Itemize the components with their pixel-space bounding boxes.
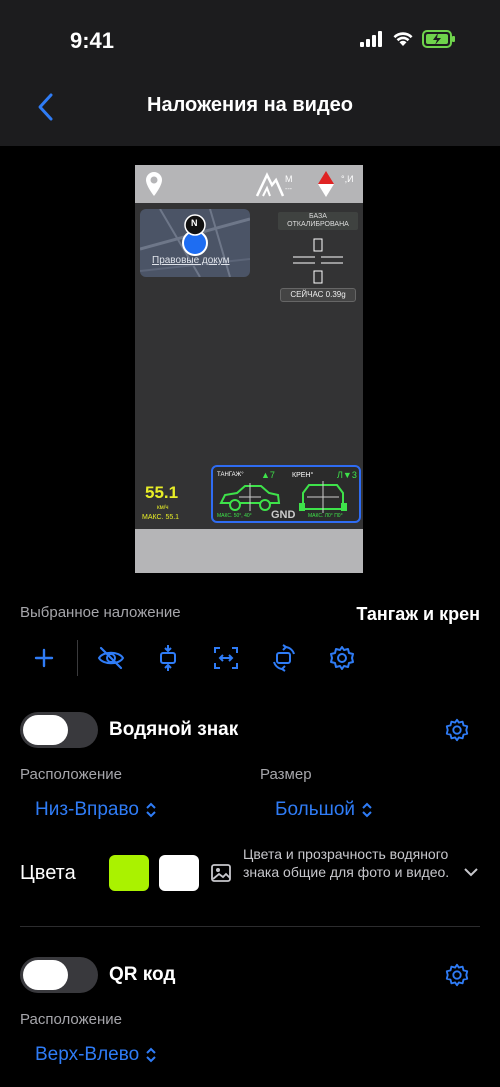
- gnd-label: GND: [271, 509, 296, 521]
- watermark-position-label: Расположение: [20, 766, 122, 783]
- section-divider: [20, 926, 480, 927]
- chevron-up-down-icon: [146, 802, 156, 818]
- align-vertical-center-icon: [160, 645, 176, 671]
- pitch-value: ▲7: [261, 470, 275, 480]
- status-icons: [360, 30, 456, 48]
- align-center-button[interactable]: [154, 644, 182, 672]
- heading-unit: °,И: [341, 174, 354, 184]
- speed-value: 55.1: [145, 483, 179, 502]
- altitude-unit: М: [285, 174, 293, 184]
- mountain-icon: [255, 172, 285, 197]
- toolbar-divider: [77, 640, 78, 676]
- watermark-title: Водяной знак: [109, 719, 239, 740]
- status-time: 9:41: [70, 28, 115, 53]
- chevron-down-icon[interactable]: [463, 866, 479, 878]
- location-pin-icon: [146, 172, 162, 196]
- qr-gear-icon[interactable]: [444, 962, 470, 988]
- colors-label: Цвета: [20, 862, 76, 884]
- watermark-gear-icon[interactable]: [444, 717, 470, 743]
- eye-slash-icon: [97, 646, 125, 670]
- car-rear-icon: [299, 481, 347, 513]
- calibration-line-1: БАЗА: [309, 213, 327, 220]
- car-side-icon: [219, 483, 281, 511]
- qr-position-picker[interactable]: Верх-Влево: [35, 1044, 157, 1066]
- navigation-bar: Наложения на видео: [0, 80, 500, 146]
- rotate-icon: [273, 644, 295, 672]
- gear-icon: [330, 646, 354, 670]
- roll-value: Л▼3: [337, 470, 357, 480]
- preview-map: N Правовые докум: [140, 209, 250, 277]
- battery-icon: [422, 30, 455, 48]
- pitch-max: МАКС. 50°, 40°: [217, 513, 252, 519]
- hide-overlay-button[interactable]: [97, 644, 125, 672]
- plus-icon: [34, 648, 54, 668]
- watermark-size-label: Размер: [260, 766, 312, 783]
- overlay-toolbar: [20, 640, 480, 678]
- signal-icon: [360, 31, 382, 47]
- watermark-size-picker[interactable]: Большой: [275, 799, 373, 821]
- calibration-badge: БАЗА ОТКАЛИБРОВАНА: [278, 212, 358, 230]
- pitch-roll-widget: ТАНГАЖ° ▲7 КРЕН° Л▼3 МАКС. 50°, 40° GND …: [211, 465, 361, 523]
- qr-title: QR код: [109, 964, 176, 985]
- calibration-line-2: ОТКАЛИБРОВАНА: [287, 221, 349, 228]
- toggle-knob: [23, 960, 68, 990]
- resize-arrows-icon: [214, 647, 238, 669]
- watermark-size-value: Большой: [275, 799, 356, 820]
- roll-label: КРЕН°: [292, 472, 314, 479]
- watermark-position-value: Низ-Вправо: [35, 799, 139, 820]
- speed-unit: км/ч: [157, 505, 169, 511]
- add-overlay-button[interactable]: [30, 644, 58, 672]
- color-swatch-secondary[interactable]: [159, 855, 199, 891]
- compass-arrow-icon: [318, 171, 334, 197]
- qr-position-label: Расположение: [20, 1011, 122, 1028]
- chevron-up-down-icon: [362, 802, 372, 818]
- selected-overlay-label: Выбранное наложение: [20, 604, 181, 621]
- toggle-knob: [23, 715, 68, 745]
- page-title: Наложения на видео: [147, 94, 353, 116]
- altitude-value: ---: [285, 186, 292, 193]
- wifi-icon: [393, 32, 413, 46]
- map-label: Правовые докум: [152, 255, 230, 266]
- roll-max: МАКС. Л0° П0°: [308, 513, 343, 519]
- compass-letter: N: [191, 218, 198, 228]
- preview-top-strip: М --- °,И: [135, 165, 363, 203]
- preview-bottom-strip: [135, 529, 363, 573]
- status-bar: 9:41: [0, 0, 500, 80]
- rotate-button[interactable]: [270, 644, 298, 672]
- g-force-now: СЕЙЧАС 0.39g: [280, 288, 356, 302]
- image-icon[interactable]: [211, 864, 231, 882]
- watermark-toggle[interactable]: [20, 712, 98, 748]
- color-swatch-primary[interactable]: [109, 855, 149, 891]
- overlay-settings-button[interactable]: [328, 644, 356, 672]
- chevron-up-down-icon: [146, 1047, 156, 1063]
- colors-note: Цвета и прозрачность водяного знака общи…: [243, 846, 450, 880]
- g-meter-crosshair: [293, 238, 343, 284]
- speed-max: МАКС. 55.1: [142, 514, 180, 521]
- watermark-position-picker[interactable]: Низ-Вправо: [35, 799, 157, 821]
- selected-overlay-value: Тангаж и крен: [356, 604, 480, 624]
- resize-button[interactable]: [212, 644, 240, 672]
- overlay-preview: М --- °,И N Правовые докум БАЗА ОТКАЛИБР…: [135, 165, 363, 573]
- pitch-label: ТАНГАЖ°: [217, 472, 244, 478]
- qr-position-value: Верх-Влево: [35, 1044, 140, 1065]
- qr-toggle[interactable]: [20, 957, 98, 993]
